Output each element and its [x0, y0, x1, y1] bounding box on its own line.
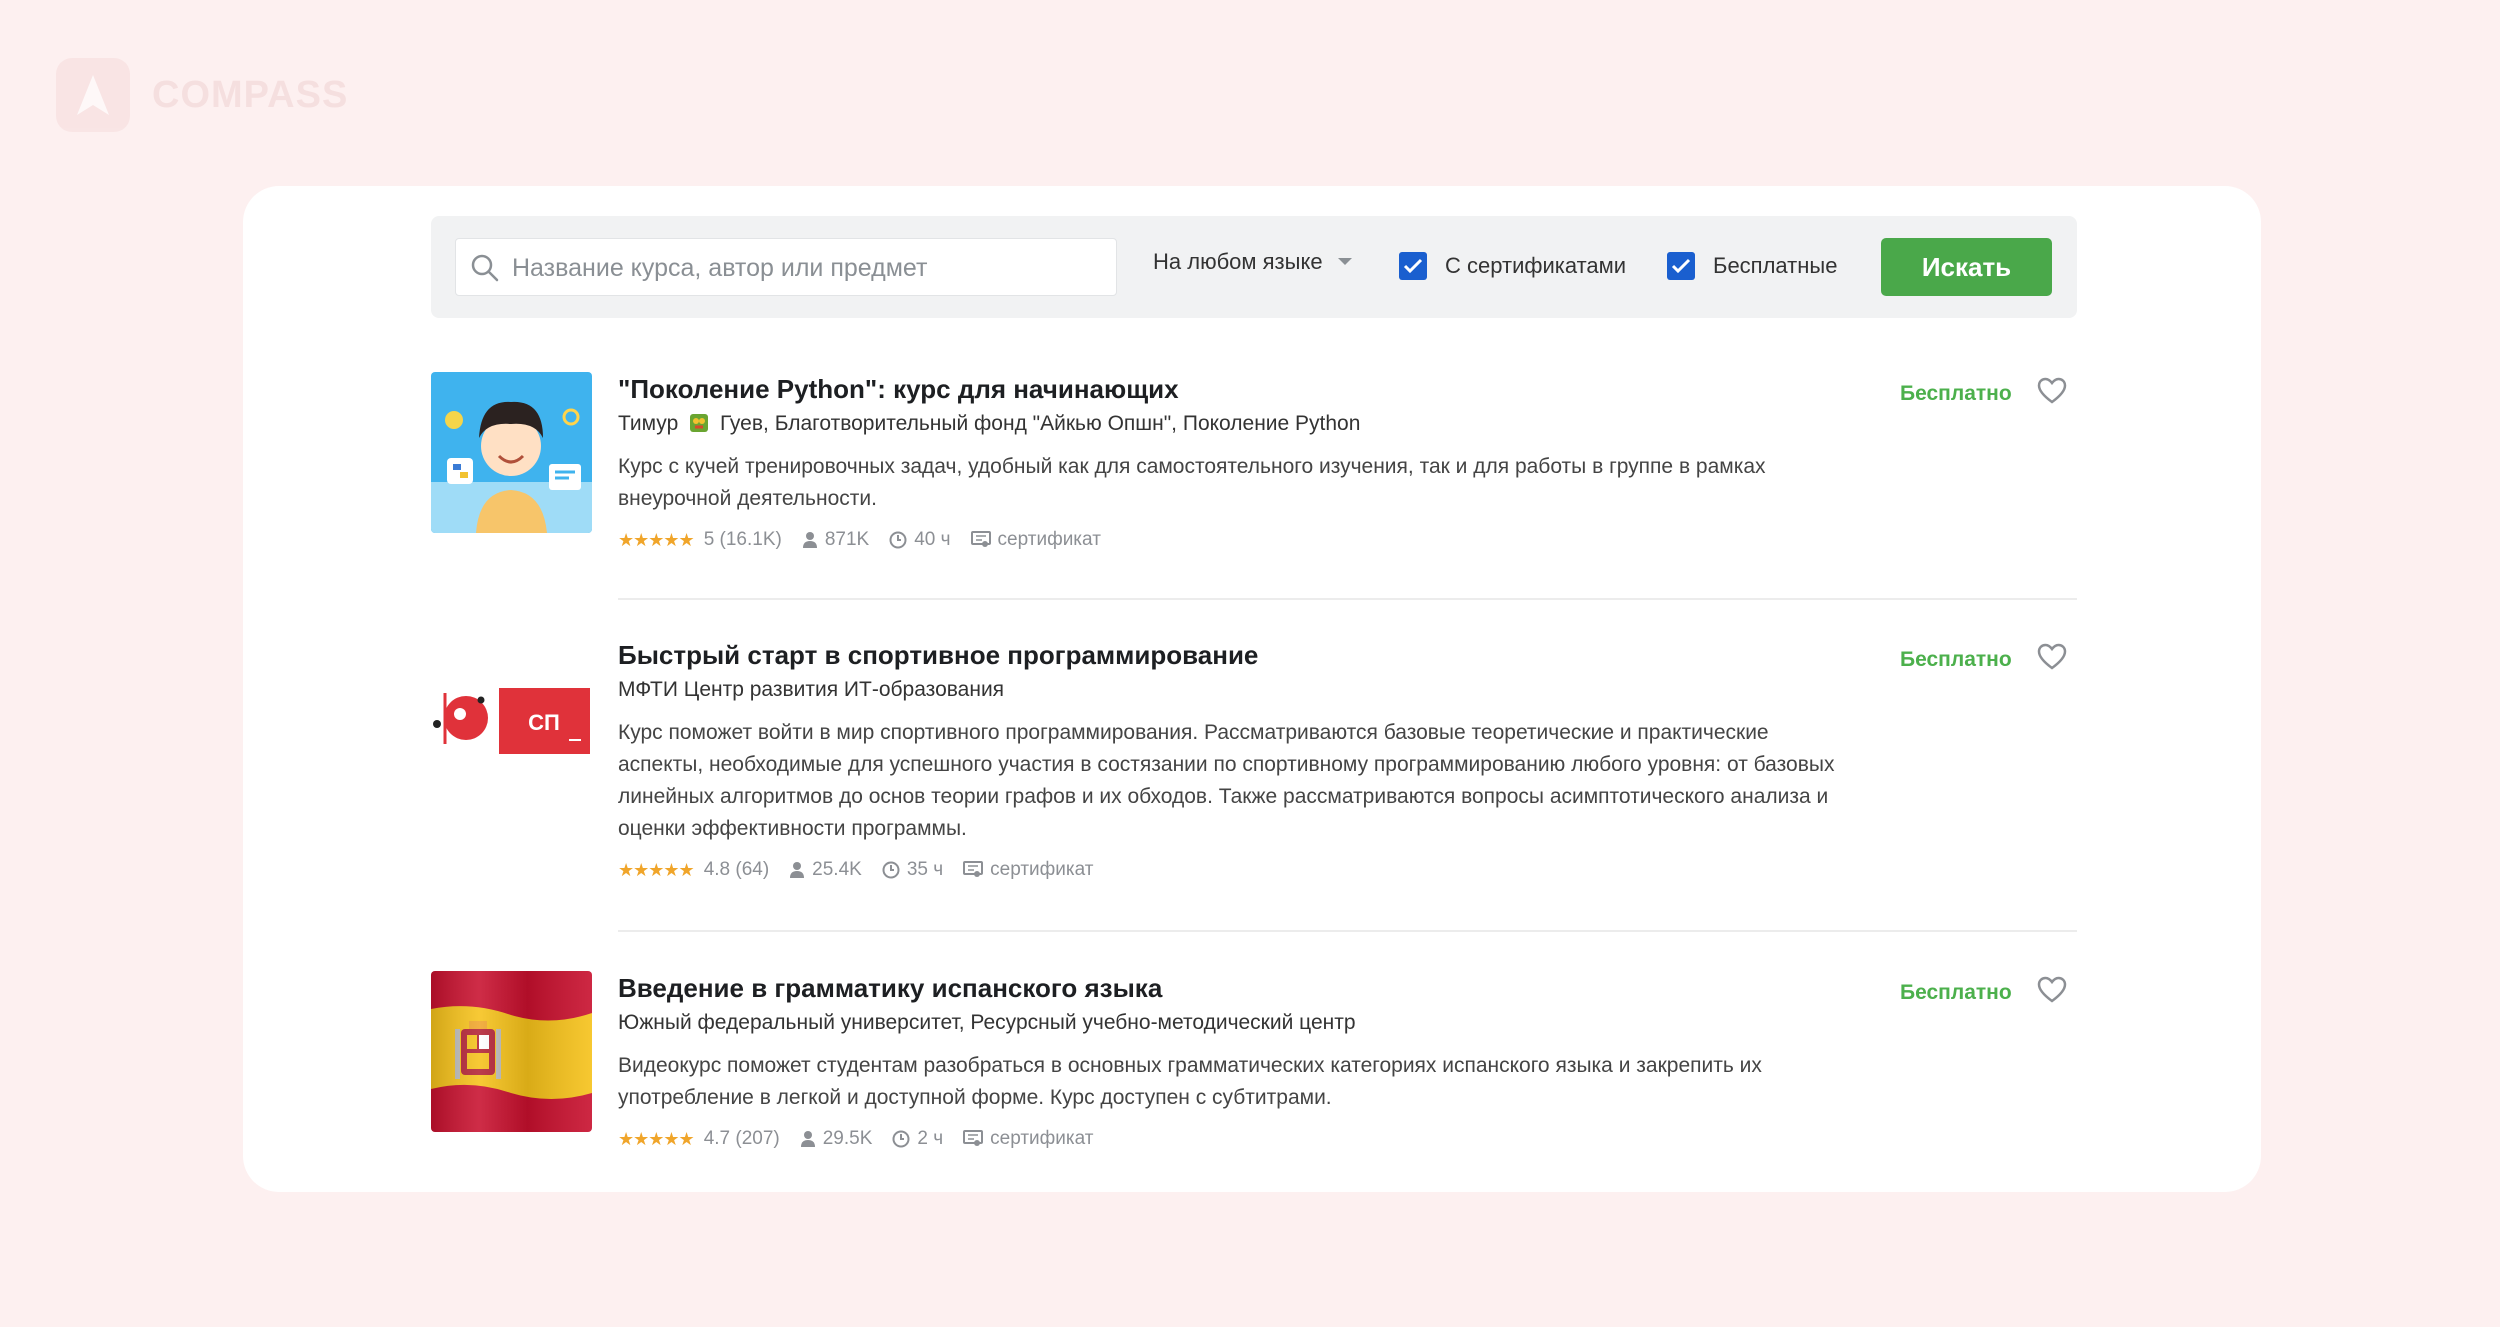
- course-price: Бесплатно: [1900, 382, 2012, 405]
- divider: [618, 930, 2077, 932]
- search-button[interactable]: Искать: [1881, 238, 2052, 296]
- course-title[interactable]: Введение в грамматику испанского языка: [618, 971, 1858, 1005]
- course-duration: 2 ч: [917, 1128, 944, 1149]
- course-authors[interactable]: Тимур Гуев, Благотворительный фонд "Айкь…: [618, 408, 1858, 440]
- course-item[interactable]: Введение в грамматику испанского языка Ю…: [431, 971, 2077, 1171]
- course-meta: ★★★★★ 4.7 (207) 29.5K 2 ч сертификат: [618, 1128, 1858, 1150]
- rating-stars: ★★★★★: [618, 859, 695, 880]
- course-price: Бесплатно: [1900, 648, 2012, 671]
- course-price: Бесплатно: [1900, 981, 2012, 1004]
- free-checkbox[interactable]: [1667, 252, 1695, 280]
- course-description: Курс с кучей тренировочных задач, удобны…: [618, 455, 1766, 510]
- compass-logo-icon: [56, 58, 130, 132]
- heart-icon[interactable]: [2037, 975, 2067, 1005]
- certificates-filter[interactable]: С сертификатами: [1399, 252, 1626, 280]
- course-duration: 35 ч: [906, 859, 944, 880]
- sport-programming-logo: СП: [433, 688, 590, 754]
- certificates-checkbox[interactable]: [1399, 252, 1427, 280]
- course-thumbnail[interactable]: СП: [431, 638, 592, 799]
- python-course-illustration: [431, 372, 592, 533]
- course-thumbnail[interactable]: [431, 372, 592, 533]
- heart-icon[interactable]: [2037, 642, 2067, 672]
- course-title[interactable]: Быстрый старт в спортивное программирова…: [618, 638, 1858, 672]
- course-info: "Поколение Python": курс для начинающих …: [618, 372, 1858, 551]
- course-duration: 40 ч: [914, 529, 951, 550]
- free-label: Бесплатные: [1713, 253, 1838, 278]
- clock-icon: [882, 861, 900, 879]
- course-description: Видеокурс поможет студентам разобраться …: [618, 1054, 1762, 1109]
- search-input[interactable]: [510, 239, 1104, 297]
- learners-count: 871K: [824, 529, 870, 550]
- user-icon: [802, 532, 817, 548]
- course-info: Быстрый старт в спортивное программирова…: [618, 638, 1858, 881]
- course-info: Введение в грамматику испанского языка Ю…: [618, 971, 1858, 1150]
- clock-icon: [889, 531, 907, 549]
- course-meta: ★★★★★ 5 (16.1K) 871K 40 ч сертификат: [618, 529, 1858, 551]
- sp-logo-text: СП: [528, 710, 560, 735]
- certificate-icon: [963, 1130, 984, 1146]
- owl-emoji-icon: [690, 414, 709, 432]
- check-icon: [1403, 258, 1423, 274]
- rating-value: 5 (16.1K): [703, 529, 782, 550]
- check-icon: [1671, 258, 1691, 274]
- course-meta: ★★★★★ 4.8 (64) 25.4K 35 ч сертификат: [618, 859, 1858, 881]
- rating-value: 4.7 (207): [703, 1128, 780, 1149]
- certificate-label: сертификат: [990, 859, 1094, 880]
- brand-logo[interactable]: COMPASS: [56, 58, 348, 132]
- user-icon: [790, 862, 805, 878]
- user-icon: [800, 1131, 815, 1147]
- learners-count: 29.5K: [822, 1128, 873, 1149]
- certificate-label: сертификат: [997, 529, 1101, 550]
- language-select-label: На любом языке: [1153, 249, 1323, 274]
- search-icon: [471, 254, 499, 282]
- divider: [618, 598, 2077, 600]
- clock-icon: [892, 1130, 910, 1148]
- brand-name: COMPASS: [152, 73, 349, 116]
- heart-icon[interactable]: [2037, 376, 2067, 406]
- chevron-down-icon: [1337, 258, 1352, 265]
- learners-count: 25.4K: [812, 859, 862, 880]
- course-item[interactable]: "Поколение Python": курс для начинающих …: [431, 372, 2077, 612]
- spanish-flag-illustration: [431, 971, 592, 1132]
- certificates-label: С сертификатами: [1445, 253, 1627, 278]
- search-field[interactable]: [455, 238, 1117, 297]
- course-description: Курс поможет войти в мир спортивного про…: [618, 721, 1835, 840]
- author-name-part: Тимур: [618, 412, 679, 435]
- course-authors[interactable]: Южный федеральный университет, Ресурсный…: [618, 1007, 1858, 1039]
- course-item[interactable]: СП Быстрый старт в спортивное программир…: [431, 638, 2077, 938]
- course-authors[interactable]: МФТИ Центр развития ИТ-образования: [618, 674, 1858, 706]
- language-select[interactable]: На любом языке: [1153, 249, 1353, 275]
- search-bar: На любом языке С сертификатами Бесплатны…: [431, 216, 2077, 318]
- author-name-part: Гуев, Благотворительный фонд "Айкью Опшн…: [719, 412, 1361, 435]
- certificate-icon: [963, 861, 984, 877]
- certificate-label: сертификат: [990, 1128, 1094, 1149]
- course-thumbnail[interactable]: [431, 971, 592, 1132]
- course-search-card: На любом языке С сертификатами Бесплатны…: [243, 186, 2261, 1192]
- certificate-icon: [970, 531, 991, 547]
- rating-value: 4.8 (64): [703, 859, 770, 880]
- rating-stars: ★★★★★: [618, 529, 695, 550]
- course-title[interactable]: "Поколение Python": курс для начинающих: [618, 372, 1858, 406]
- rating-stars: ★★★★★: [618, 1128, 695, 1149]
- free-filter[interactable]: Бесплатные: [1667, 252, 1837, 280]
